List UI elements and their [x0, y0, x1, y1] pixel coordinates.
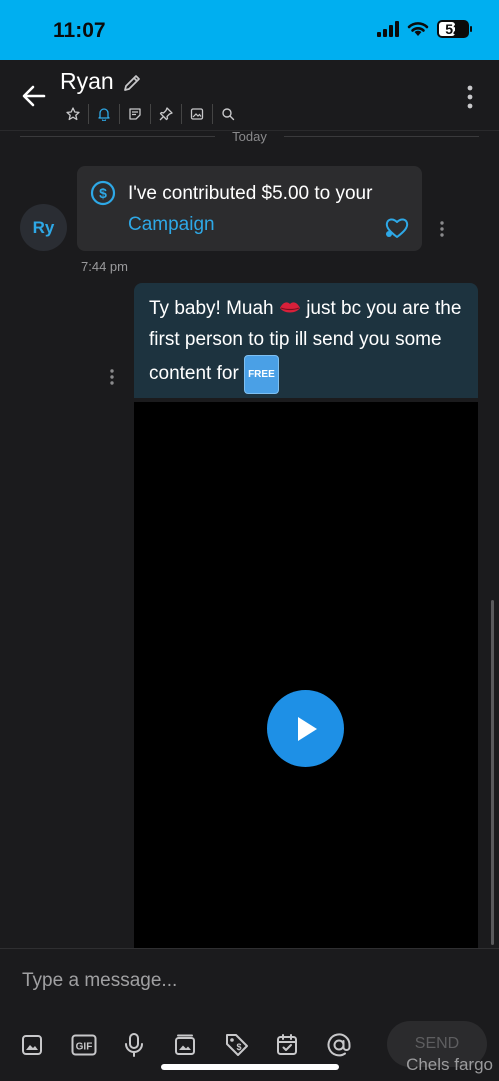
message-timestamp: 7:44 pm — [81, 259, 128, 274]
search-icon[interactable] — [213, 104, 243, 124]
bell-icon[interactable] — [89, 104, 120, 124]
play-button[interactable] — [267, 690, 344, 767]
star-icon[interactable] — [58, 104, 89, 124]
tip-message-bubble: $ I've contributed $5.00 to your Campaig… — [77, 166, 422, 251]
media-vault-icon[interactable] — [173, 1029, 224, 1061]
wifi-icon — [407, 22, 429, 36]
gif-icon[interactable]: GIF — [71, 1029, 122, 1061]
tip-text: I've contributed $5.00 to your Campaign — [128, 178, 408, 240]
status-bar: 11:07 52 — [0, 0, 499, 60]
tip-message-text: I've contributed $5.00 to your — [128, 183, 373, 204]
microphone-icon[interactable] — [122, 1029, 173, 1061]
sent-message-bubble: Ty baby! Muah just bc you are the first … — [134, 283, 478, 398]
battery-level: 52 — [445, 21, 461, 37]
video-attachment[interactable] — [134, 402, 478, 948]
image-icon[interactable] — [182, 104, 213, 124]
header-icon-bar — [58, 104, 243, 124]
price-tag-icon[interactable]: $ — [224, 1029, 275, 1061]
kiss-lips-emoji-icon — [279, 302, 300, 313]
chat-header: Ryan — [0, 60, 499, 131]
more-options-icon[interactable] — [465, 84, 475, 110]
message-options-icon[interactable] — [438, 220, 446, 238]
message-text-part: Ty baby! Muah — [149, 298, 274, 319]
home-indicator[interactable] — [161, 1064, 339, 1070]
message-input[interactable] — [20, 965, 464, 997]
like-heart-icon[interactable] — [384, 217, 410, 239]
campaign-link[interactable]: Campaign — [128, 214, 215, 235]
signal-icon — [377, 21, 399, 37]
watermark-text: Chels fargo — [406, 1055, 493, 1074]
message-options-icon[interactable] — [108, 368, 116, 386]
status-icons: 52 — [377, 20, 472, 38]
image-icon[interactable] — [20, 1029, 71, 1061]
svg-text:$: $ — [236, 1042, 241, 1052]
at-icon[interactable] — [326, 1029, 377, 1061]
edit-pencil-icon[interactable] — [122, 73, 142, 93]
free-emoji-badge: FREE — [244, 355, 279, 394]
play-icon — [297, 716, 317, 741]
svg-text:$: $ — [99, 185, 107, 201]
pin-icon[interactable] — [151, 104, 182, 124]
dollar-circle-icon: $ — [90, 180, 116, 206]
svg-text:GIF: GIF — [76, 1042, 93, 1053]
sent-message-text: Ty baby! Muah just bc you are the first … — [149, 293, 469, 394]
sticky-note-icon[interactable] — [120, 104, 151, 124]
contact-name[interactable]: Ryan — [60, 68, 114, 95]
scrollbar[interactable] — [491, 600, 494, 945]
battery-icon: 52 — [437, 20, 472, 38]
status-time: 11:07 — [53, 19, 106, 42]
date-divider: Today — [20, 129, 479, 144]
calendar-icon[interactable] — [275, 1029, 326, 1061]
back-arrow-icon[interactable] — [20, 82, 48, 110]
avatar[interactable]: Ry — [20, 204, 67, 251]
composer-toolbar: GIF $ — [20, 1029, 377, 1061]
